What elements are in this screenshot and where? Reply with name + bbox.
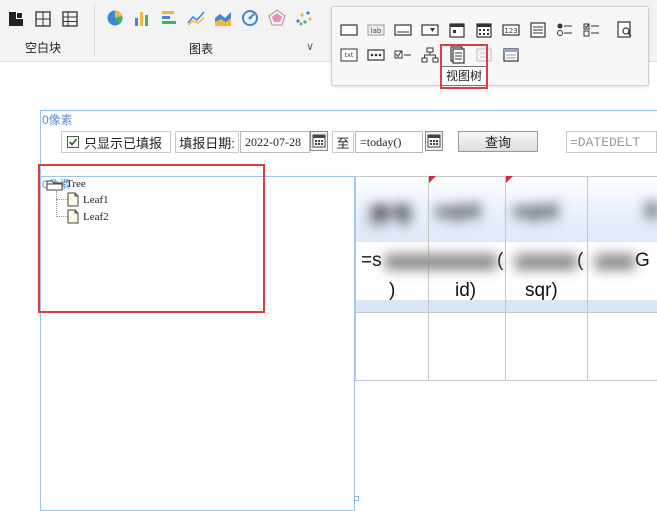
gauge-chart-icon[interactable] <box>240 8 260 28</box>
start-date-input[interactable]: 2022-07-28 <box>240 131 310 153</box>
rectangle-icon[interactable] <box>338 20 360 40</box>
widget-palette-popup: lab 123 txt <box>331 6 649 86</box>
report-grid: 序号 sqid sqid D =s ( ( G ) id) sqr) <box>355 176 657 381</box>
checkbox-icon[interactable] <box>392 45 414 65</box>
search-doc-icon[interactable] <box>614 20 636 40</box>
label-icon[interactable]: lab <box>365 20 387 40</box>
calendar-icon[interactable] <box>473 20 495 40</box>
radar-chart-icon[interactable] <box>267 8 287 28</box>
password-icon[interactable] <box>365 45 387 65</box>
data-cell-2[interactable]: ( <box>497 250 503 272</box>
top-size-label: 0像素 <box>42 113 73 127</box>
scatter-chart-icon[interactable] <box>294 8 314 28</box>
checkbox-group-icon[interactable] <box>581 20 603 40</box>
number-field-icon[interactable]: 123 <box>500 20 522 40</box>
header-cell-last[interactable]: D <box>645 198 657 224</box>
blurred-cell-content <box>515 254 577 270</box>
grid-highlight-row <box>355 300 657 312</box>
bar-chart-icon[interactable] <box>132 8 152 28</box>
textbox-icon[interactable] <box>392 20 414 40</box>
cell-marker <box>506 176 513 183</box>
svg-text:txt: txt <box>345 51 354 59</box>
blurred-cell-content <box>595 254 635 270</box>
highlight-view-tree-box <box>440 44 488 89</box>
chevron-down-icon[interactable]: ∨ <box>306 40 314 53</box>
grid-data-row <box>355 242 657 300</box>
svg-text:123: 123 <box>504 27 517 35</box>
grid-line <box>505 176 506 381</box>
text-field-icon[interactable]: txt <box>338 45 360 65</box>
canvas-top-border <box>40 110 657 111</box>
to-label: 至 <box>332 131 354 153</box>
header-cell-sqid-2[interactable]: sqid <box>513 198 558 224</box>
blank-block-group-label: 空白块 <box>24 41 61 55</box>
end-date-input[interactable]: =today() <box>355 131 423 153</box>
highlight-tree-box <box>38 164 265 313</box>
line-chart-icon[interactable] <box>186 8 206 28</box>
svg-text:lab: lab <box>371 27 382 35</box>
grid-line <box>355 380 657 381</box>
blurred-cell-content <box>385 254 497 270</box>
combobox-icon[interactable] <box>419 20 441 40</box>
only-filled-checkbox[interactable] <box>67 136 79 148</box>
query-button[interactable]: 查询 <box>458 131 538 152</box>
header-cell-seq[interactable]: 序号 <box>369 198 413 230</box>
grid-line <box>428 176 429 381</box>
grid-line <box>355 312 657 313</box>
ribbon-separator <box>94 4 95 56</box>
cell-marker <box>429 176 436 183</box>
chart-group-label: 图表 <box>188 42 213 56</box>
frame-icon[interactable] <box>500 45 522 65</box>
date-label: 填报日期: <box>175 131 239 153</box>
tree-icon[interactable] <box>419 45 441 65</box>
end-date-calendar-icon[interactable] <box>425 131 443 151</box>
data-cell-4[interactable]: G <box>635 250 650 272</box>
data-cell-1-line2[interactable]: ) <box>389 280 395 302</box>
pie-chart-icon[interactable] <box>105 8 125 28</box>
horizontal-bar-icon[interactable] <box>159 8 179 28</box>
blank-block-table-icon[interactable] <box>60 9 80 29</box>
grid-line <box>587 176 588 381</box>
blank-block-grid-icon[interactable] <box>33 9 53 29</box>
resize-handle[interactable] <box>354 496 359 501</box>
data-cell-3[interactable]: ( <box>577 250 583 272</box>
data-cell-3-line2[interactable]: sqr) <box>525 280 558 302</box>
data-cell-1[interactable]: =s <box>361 250 382 272</box>
only-filled-label: 只显示已填报 <box>84 135 163 151</box>
list-icon[interactable] <box>527 20 549 40</box>
formula-field[interactable]: =DATEDELT <box>566 131 657 153</box>
header-cell-sqid-1[interactable]: sqid <box>435 198 480 224</box>
date-picker-icon[interactable] <box>446 20 468 40</box>
data-cell-2-line2[interactable]: id) <box>455 280 476 302</box>
only-filled-checkbox-field[interactable]: 只显示已填报 <box>61 131 171 153</box>
area-chart-icon[interactable] <box>213 8 233 28</box>
blank-block-dark-icon[interactable] <box>6 9 26 29</box>
grid-line <box>355 176 356 381</box>
start-date-calendar-icon[interactable] <box>310 131 328 151</box>
radio-group-icon[interactable] <box>554 20 576 40</box>
